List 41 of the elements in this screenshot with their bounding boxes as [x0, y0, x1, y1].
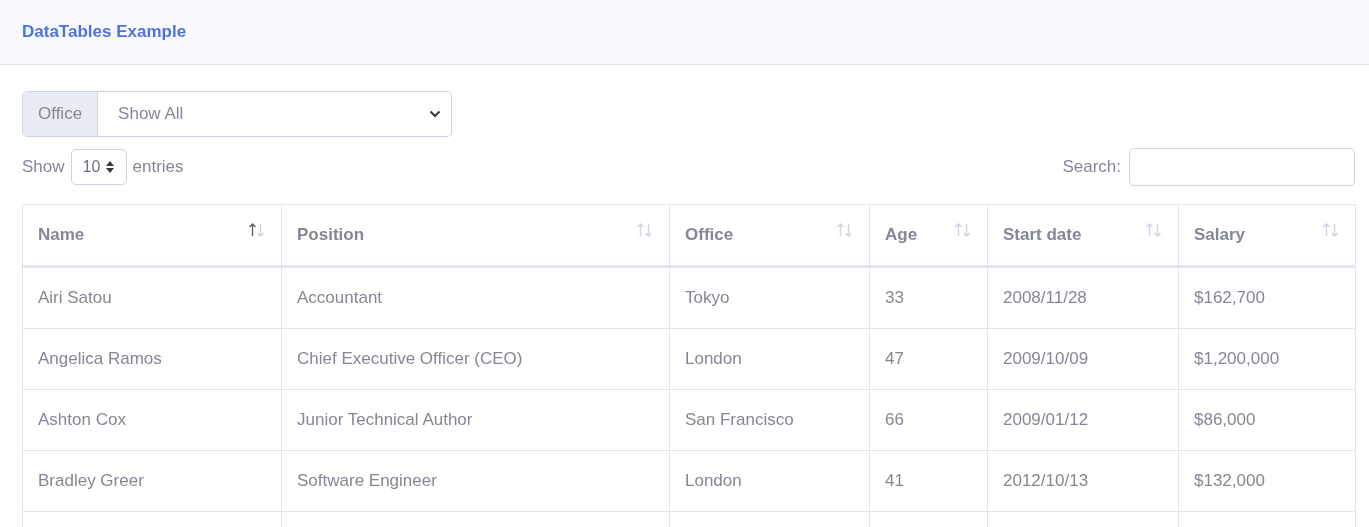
filter-value: Show All	[118, 104, 184, 124]
column-header[interactable]: Age	[869, 204, 988, 267]
column-header[interactable]: Name	[22, 204, 282, 267]
sort-caret-icon	[105, 161, 114, 173]
entries-label: entries	[132, 157, 184, 177]
table-cell: 2008/11/28	[987, 266, 1179, 329]
table-cell: 2009/01/12	[987, 389, 1179, 451]
table-cell: 33	[869, 266, 988, 329]
office-filter[interactable]: Office Show All	[22, 91, 452, 137]
table-cell: $1,200,000	[1178, 328, 1356, 390]
show-label: Show	[22, 157, 65, 177]
table-cell: $86,000	[1178, 389, 1356, 451]
table-cell: London	[669, 450, 870, 512]
filter-label: Office	[23, 92, 99, 136]
table-cell: 2012/10/13	[987, 450, 1179, 512]
table-cell: Tokyo	[669, 266, 870, 329]
table-cell: Chief Executive Officer (CEO)	[281, 328, 670, 390]
entries-select[interactable]: 10	[70, 149, 127, 185]
table-cell: Bradley Greer	[22, 450, 282, 512]
table-cell: San Francisco	[669, 389, 870, 451]
table-cell: 41	[869, 450, 988, 512]
column-header[interactable]: Start date	[987, 204, 1179, 267]
table-cell: $132,000	[1178, 450, 1356, 512]
card-title: DataTables Example	[22, 22, 187, 42]
column-header[interactable]: Salary	[1178, 204, 1356, 267]
table-cell: Junior Technical Author	[281, 389, 670, 451]
table-cell: Ashton Cox	[22, 389, 282, 451]
table-cell: London	[669, 328, 870, 390]
table-cell: 2009/10/09	[987, 328, 1179, 390]
table-cell: Accountant	[281, 266, 670, 329]
table-cell: Software Engineer	[281, 450, 670, 512]
table-cell: Airi Satou	[22, 266, 282, 329]
table-cell: 47	[869, 328, 988, 390]
chevron-down-icon	[429, 110, 441, 118]
table-cell: Angelica Ramos	[22, 328, 282, 390]
column-header[interactable]: Office	[669, 204, 870, 267]
table-cell: 66	[869, 389, 988, 451]
search-label: Search:	[1062, 157, 1121, 177]
table-cell: $162,700	[1178, 266, 1356, 329]
search-field[interactable]	[1129, 148, 1355, 186]
column-header[interactable]: Position	[281, 204, 670, 267]
